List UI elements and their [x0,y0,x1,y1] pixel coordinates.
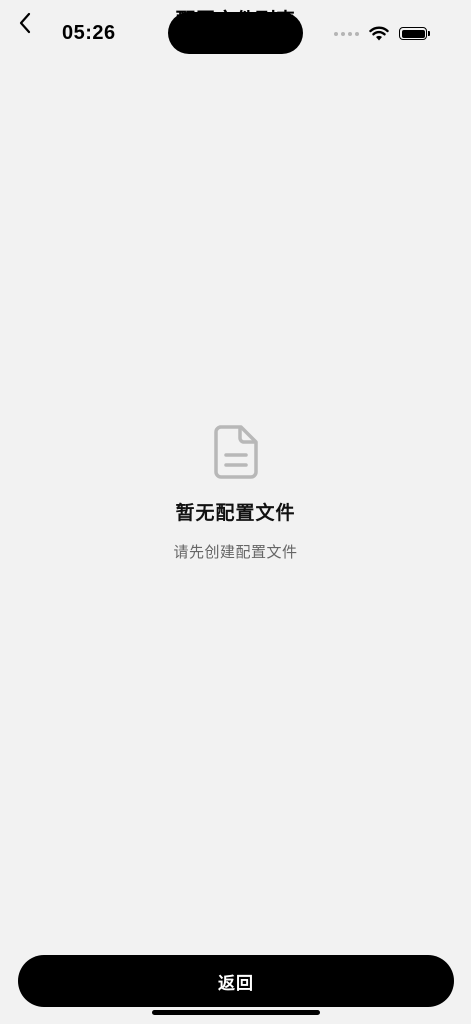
home-indicator [152,1010,320,1015]
status-time: 05:26 [62,22,116,44]
wifi-icon [369,26,389,41]
screen: 配置文件列表 05:26 暂无配置文件 请先创建配 [0,0,471,1024]
empty-state-subtitle: 请先创建配置文件 [173,543,298,561]
status-icons [334,26,430,41]
back-button[interactable] [10,8,40,38]
document-icon [213,425,258,479]
empty-state-title: 暂无配置文件 [175,502,296,524]
cellular-signal-icon [334,31,359,36]
dynamic-island [168,12,303,54]
chevron-left-icon [19,12,31,34]
empty-state: 暂无配置文件 请先创建配置文件 [0,424,471,562]
return-button[interactable]: 返回 [18,955,454,1007]
battery-icon [399,27,430,40]
